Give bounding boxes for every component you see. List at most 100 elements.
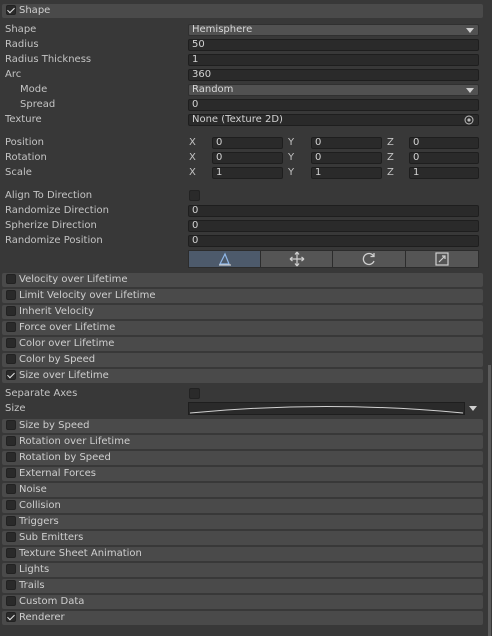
- rotation-z-field[interactable]: 0: [409, 152, 479, 164]
- label-size: Size: [5, 403, 26, 414]
- module-title: Color by Speed: [19, 354, 96, 365]
- module-header-size-by-speed[interactable]: Size by Speed: [2, 419, 483, 433]
- module-header-limit-velocity-over-lifetime[interactable]: Limit Velocity over Lifetime: [2, 289, 483, 303]
- label-position: Position: [5, 137, 44, 148]
- scale-z-field[interactable]: 1: [409, 167, 479, 179]
- module-enable-checkbox[interactable]: [6, 354, 16, 364]
- module-enable-checkbox[interactable]: [6, 306, 16, 316]
- module-title: Collision: [19, 500, 61, 511]
- axis-z-label: Z: [387, 137, 394, 148]
- edit-shape-icon: [218, 252, 231, 266]
- module-header-color-by-speed[interactable]: Color by Speed: [2, 353, 483, 367]
- label-separate-axes: Separate Axes: [5, 388, 78, 399]
- radius-field[interactable]: 50: [188, 39, 479, 51]
- radius-thickness-field[interactable]: 1: [188, 54, 479, 66]
- randomize-direction-field[interactable]: 0: [188, 205, 479, 217]
- label-align-to-direction: Align To Direction: [5, 190, 93, 201]
- module-enable-checkbox[interactable]: [6, 484, 16, 494]
- module-title: Size by Speed: [19, 420, 90, 431]
- module-enable-checkbox[interactable]: [6, 452, 16, 462]
- module-header-shape[interactable]: Shape: [2, 4, 483, 18]
- axis-z-label: Z: [387, 167, 394, 178]
- label-scale: Scale: [5, 167, 32, 178]
- texture-field[interactable]: None (Texture 2D): [188, 114, 479, 126]
- module-enable-checkbox[interactable]: [6, 420, 16, 430]
- move-icon: [289, 251, 304, 267]
- module-enable-checkbox[interactable]: [6, 564, 16, 574]
- chevron-down-icon: [466, 88, 474, 93]
- scale-y-field[interactable]: 1: [311, 167, 382, 179]
- object-picker-icon[interactable]: [464, 115, 474, 125]
- module-enable-checkbox[interactable]: [6, 468, 16, 478]
- module-title: Rotation over Lifetime: [19, 436, 131, 447]
- axis-x-label: X: [189, 152, 196, 163]
- module-enable-checkbox-shape[interactable]: [6, 5, 16, 15]
- module-enable-checkbox[interactable]: [6, 370, 16, 380]
- shape-value: Hemisphere: [192, 24, 253, 35]
- module-header-rotation-by-speed[interactable]: Rotation by Speed: [2, 451, 483, 465]
- chevron-down-icon[interactable]: [469, 406, 477, 411]
- module-header-force-over-lifetime[interactable]: Force over Lifetime: [2, 321, 483, 335]
- label-radius-thickness: Radius Thickness: [5, 54, 92, 65]
- label-radius: Radius: [5, 39, 39, 50]
- rotation-y-field[interactable]: 0: [311, 152, 382, 164]
- axis-y-label: Y: [288, 137, 295, 148]
- module-header-custom-data[interactable]: Custom Data: [2, 595, 483, 609]
- module-title: Trails: [19, 580, 45, 591]
- module-enable-checkbox[interactable]: [6, 612, 16, 622]
- separate-axes-checkbox[interactable]: [189, 388, 200, 399]
- module-title: Custom Data: [19, 596, 85, 607]
- scale-tool-button[interactable]: [405, 250, 479, 268]
- module-header-rotation-over-lifetime[interactable]: Rotation over Lifetime: [2, 435, 483, 449]
- label-arc: Arc: [5, 69, 22, 80]
- module-enable-checkbox[interactable]: [6, 274, 16, 284]
- module-enable-checkbox[interactable]: [6, 516, 16, 526]
- move-tool-button[interactable]: [260, 250, 333, 268]
- rotate-icon: [362, 252, 375, 266]
- mode-dropdown[interactable]: Random: [188, 84, 479, 96]
- rotation-x-field[interactable]: 0: [212, 152, 283, 164]
- module-header-texture-sheet-animation[interactable]: Texture Sheet Animation: [2, 547, 483, 561]
- module-header-lights[interactable]: Lights: [2, 563, 483, 577]
- module-header-collision[interactable]: Collision: [2, 499, 483, 513]
- spread-field[interactable]: 0: [188, 99, 479, 111]
- align-to-direction-checkbox[interactable]: [189, 190, 200, 201]
- module-enable-checkbox[interactable]: [6, 548, 16, 558]
- module-enable-checkbox[interactable]: [6, 580, 16, 590]
- arc-field[interactable]: 360: [188, 69, 479, 81]
- scale-x-field[interactable]: 1: [212, 167, 283, 179]
- module-enable-checkbox[interactable]: [6, 322, 16, 332]
- label-shape: Shape: [5, 24, 37, 35]
- module-enable-checkbox[interactable]: [6, 532, 16, 542]
- size-curve-field[interactable]: [188, 402, 465, 415]
- module-title: Force over Lifetime: [19, 322, 116, 333]
- module-header-velocity-over-lifetime[interactable]: Velocity over Lifetime: [2, 273, 483, 287]
- module-enable-checkbox[interactable]: [6, 500, 16, 510]
- randomize-position-field[interactable]: 0: [188, 235, 479, 247]
- spherize-direction-field[interactable]: 0: [188, 220, 479, 232]
- label-spherize-direction: Spherize Direction: [5, 220, 97, 231]
- module-header-color-over-lifetime[interactable]: Color over Lifetime: [2, 337, 483, 351]
- rotate-tool-button[interactable]: [332, 250, 406, 268]
- vertical-scrollbar[interactable]: [488, 365, 491, 636]
- module-enable-checkbox[interactable]: [6, 338, 16, 348]
- position-x-field[interactable]: 0: [212, 137, 283, 149]
- module-header-triggers[interactable]: Triggers: [2, 515, 483, 529]
- module-title: Triggers: [19, 516, 59, 527]
- module-enable-checkbox[interactable]: [6, 596, 16, 606]
- module-enable-checkbox[interactable]: [6, 436, 16, 446]
- edit-shape-button[interactable]: [188, 250, 261, 268]
- module-header-renderer[interactable]: Renderer: [2, 611, 483, 625]
- shape-dropdown[interactable]: Hemisphere: [188, 24, 479, 36]
- axis-x-label: X: [189, 137, 196, 148]
- module-enable-checkbox[interactable]: [6, 290, 16, 300]
- module-title: Noise: [19, 484, 47, 495]
- position-y-field[interactable]: 0: [311, 137, 382, 149]
- module-header-sub-emitters[interactable]: Sub Emitters: [2, 531, 483, 545]
- module-header-size-over-lifetime[interactable]: Size over Lifetime: [2, 369, 483, 383]
- module-header-noise[interactable]: Noise: [2, 483, 483, 497]
- module-header-external-forces[interactable]: External Forces: [2, 467, 483, 481]
- module-header-inherit-velocity[interactable]: Inherit Velocity: [2, 305, 483, 319]
- module-header-trails[interactable]: Trails: [2, 579, 483, 593]
- position-z-field[interactable]: 0: [409, 137, 479, 149]
